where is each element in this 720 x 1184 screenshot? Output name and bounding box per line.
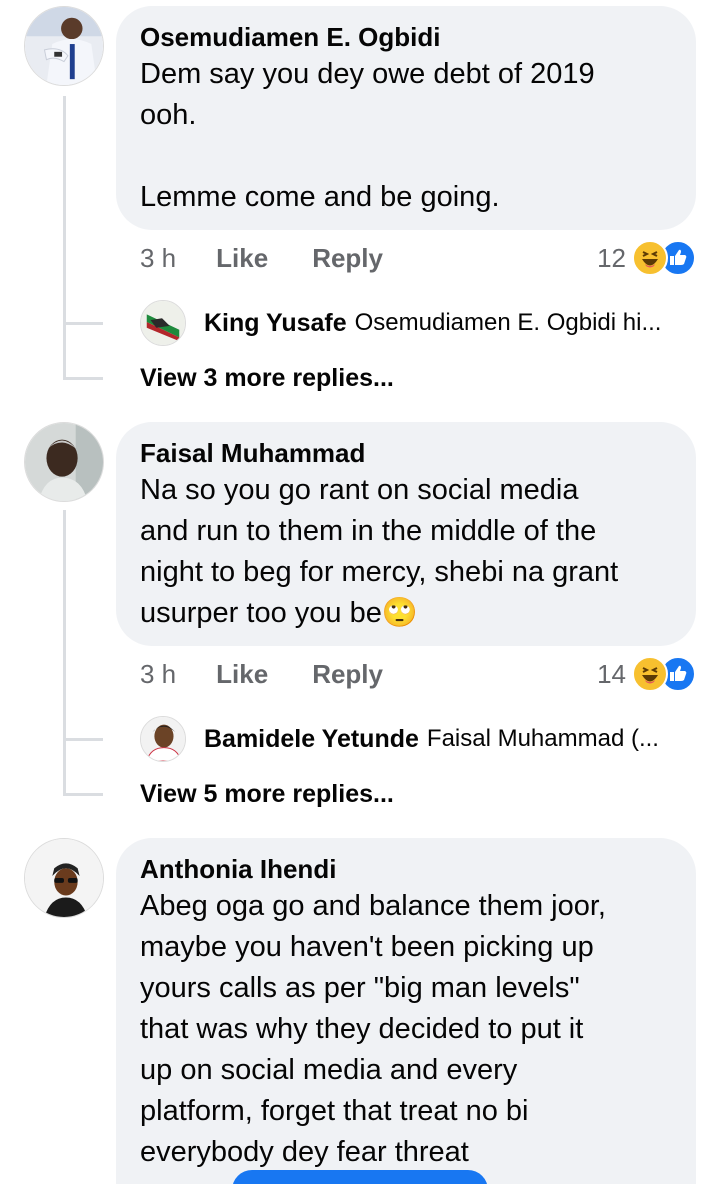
reply-preview[interactable]: King Yusafe Osemudiamen E. Ogbidi hi... xyxy=(140,298,700,348)
avatar[interactable] xyxy=(24,838,104,918)
comment-text: Dem say you dey owe debt of 2019 ooh. Le… xyxy=(140,58,595,213)
reaction-count: 12 xyxy=(597,242,626,273)
comment-text: Abeg oga go and balance them joor, maybe… xyxy=(140,890,606,1168)
thread-branch xyxy=(63,738,103,741)
comment-bubble: Osemudiamen E. Ogbidi Dem say you dey ow… xyxy=(116,6,696,230)
like-button[interactable]: Like xyxy=(216,243,268,274)
comment-timestamp[interactable]: 3 h xyxy=(140,243,176,274)
floating-action-button[interactable] xyxy=(232,1170,488,1184)
view-more-replies[interactable]: View 5 more replies... xyxy=(140,780,394,809)
avatar[interactable] xyxy=(24,422,104,502)
reply-snippet: Faisal Muhammad (... xyxy=(426,725,659,752)
thread-line xyxy=(63,96,66,378)
thread-branch xyxy=(63,793,103,796)
reply-button[interactable]: Reply xyxy=(312,243,383,274)
reaction-summary[interactable]: 14 xyxy=(597,654,696,694)
reaction-summary[interactable]: 12 xyxy=(597,238,696,278)
reply-button[interactable]: Reply xyxy=(312,659,383,690)
reply-preview[interactable]: Bamidele Yetunde Faisal Muhammad (... xyxy=(140,714,700,764)
comment-bubble: Faisal Muhammad Na so you go rant on soc… xyxy=(116,422,696,646)
comment-author[interactable]: Anthonia Ihendi xyxy=(140,852,672,886)
comment-author[interactable]: Faisal Muhammad xyxy=(140,436,672,470)
avatar[interactable] xyxy=(24,6,104,86)
haha-reaction-icon xyxy=(632,240,668,276)
comment-author[interactable]: Osemudiamen E. Ogbidi xyxy=(140,20,672,54)
comment-actions: 3 h Like Reply xyxy=(140,654,383,694)
reply-author[interactable]: King Yusafe xyxy=(204,309,347,338)
thread-branch xyxy=(63,322,103,325)
reply-avatar[interactable] xyxy=(140,300,186,346)
reply-avatar[interactable] xyxy=(140,716,186,762)
comment-actions: 3 h Like Reply xyxy=(140,238,383,278)
comment-timestamp[interactable]: 3 h xyxy=(140,659,176,690)
haha-reaction-icon xyxy=(632,656,668,692)
thread-line xyxy=(63,510,66,794)
thread-branch xyxy=(63,377,103,380)
comment-bubble: Anthonia Ihendi Abeg oga go and balance … xyxy=(116,838,696,1184)
reaction-count: 14 xyxy=(597,658,626,689)
reply-author[interactable]: Bamidele Yetunde xyxy=(204,725,419,754)
comment-text: Na so you go rant on social media and ru… xyxy=(140,474,619,629)
view-more-replies[interactable]: View 3 more replies... xyxy=(140,364,394,393)
reply-snippet: Osemudiamen E. Ogbidi hi... xyxy=(354,309,662,336)
like-button[interactable]: Like xyxy=(216,659,268,690)
